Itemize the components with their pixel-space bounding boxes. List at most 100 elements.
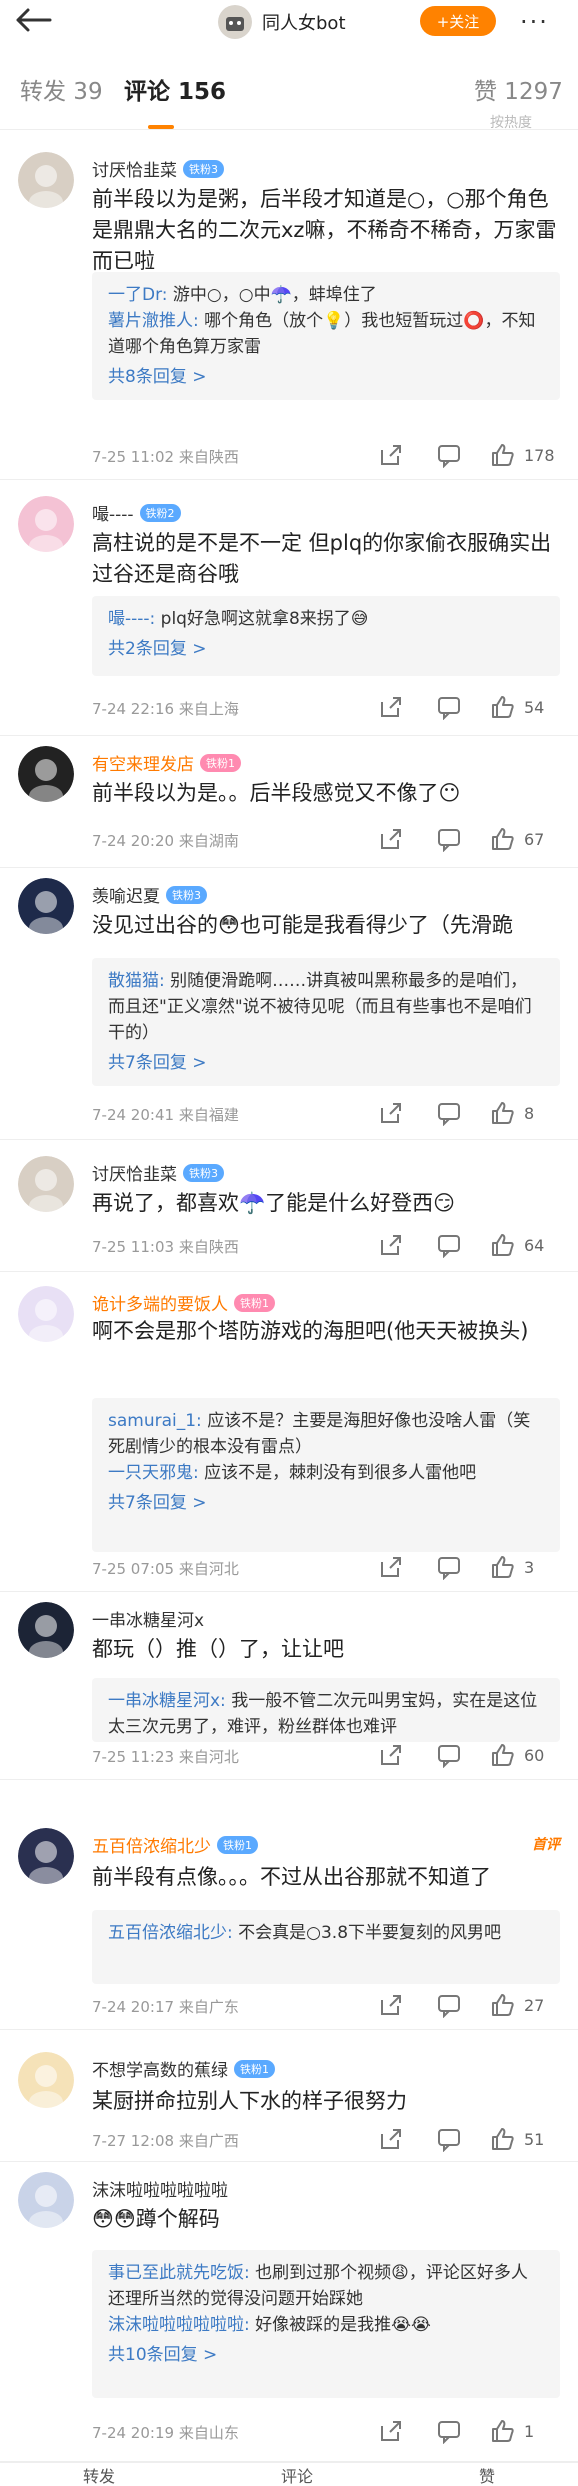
comment-item[interactable]: 不想学高数的蕉绿 铁粉1 某厨拼命拉别人下水的样子很努力 7-27 12:08 来自广… bbox=[0, 2030, 578, 2162]
reply-icon[interactable] bbox=[436, 1554, 464, 1582]
user-avatar[interactable] bbox=[18, 1156, 74, 1212]
like-icon[interactable] bbox=[490, 2126, 518, 2154]
share-icon[interactable] bbox=[378, 442, 406, 470]
share-icon[interactable] bbox=[378, 2418, 406, 2446]
reply-preview-box[interactable]: 嘬----: plq好急啊这就拿8来拐了😅 共2条回复 > bbox=[92, 596, 560, 676]
reply-author[interactable]: 沫沫啦啦啦啦啦啦: bbox=[108, 2315, 250, 2335]
reply-line: 事已至此就先吃饭: 也刷到过那个视频😩，评论区好多人还理所当然的觉得没问题开始踩… bbox=[108, 2260, 544, 2312]
tab-likes[interactable]: 赞 1297 bbox=[474, 72, 563, 106]
tab-reposts[interactable]: 转发 39 bbox=[20, 72, 103, 106]
comment-username[interactable]: 嘬---- 铁粉2 bbox=[92, 500, 181, 525]
repost-button[interactable]: 转发 bbox=[83, 2463, 115, 2486]
comment-username[interactable]: 一串冰糖星河x bbox=[92, 1606, 204, 1631]
like-count: 8 bbox=[524, 1104, 535, 1123]
comment-item[interactable]: 有空来理发店 铁粉1 前半段以为是。。后半段感觉又不像了😶 7-24 20:20 来自… bbox=[0, 736, 578, 868]
user-avatar[interactable] bbox=[18, 1286, 74, 1342]
reply-author[interactable]: 薯片澈推人: bbox=[108, 311, 199, 331]
share-icon[interactable] bbox=[378, 1742, 406, 1770]
view-more-replies-link[interactable]: 共8条回复 > bbox=[108, 364, 544, 390]
reply-icon[interactable] bbox=[436, 694, 464, 722]
like-icon[interactable] bbox=[490, 1992, 518, 2020]
view-more-replies-link[interactable]: 共2条回复 > bbox=[108, 636, 544, 662]
reply-preview-box[interactable]: 事已至此就先吃饭: 也刷到过那个视频😩，评论区好多人还理所当然的觉得没问题开始踩… bbox=[92, 2250, 560, 2398]
fan-badge: 铁粉1 bbox=[234, 1293, 275, 1312]
reply-author[interactable]: 一了Dr: bbox=[108, 285, 168, 305]
share-icon[interactable] bbox=[378, 1992, 406, 2020]
reply-author[interactable]: 事已至此就先吃饭: bbox=[108, 2263, 250, 2283]
reply-icon[interactable] bbox=[436, 1992, 464, 2020]
user-avatar[interactable] bbox=[18, 496, 74, 552]
reply-icon[interactable] bbox=[436, 2418, 464, 2446]
user-avatar[interactable] bbox=[18, 1828, 74, 1884]
like-icon[interactable] bbox=[490, 1100, 518, 1128]
sort-label-faded[interactable]: 按热度 bbox=[490, 112, 532, 132]
view-more-replies-link[interactable]: 共7条回复 > bbox=[108, 1490, 544, 1516]
follow-button[interactable]: +关注 bbox=[420, 6, 496, 36]
comment-button[interactable]: 评论 bbox=[281, 2463, 313, 2486]
tab-comments[interactable]: 评论 156 bbox=[124, 72, 226, 106]
comment-item[interactable]: 诡计多端的要饭人 铁粉1 啊不会是那个塔防游戏的海胆吧(他天天被换头) samurai… bbox=[0, 1272, 578, 1592]
username-text: 嘬---- bbox=[92, 505, 134, 525]
reply-author[interactable]: samurai_1: bbox=[108, 1411, 202, 1431]
like-icon[interactable] bbox=[490, 1554, 518, 1582]
like-icon[interactable] bbox=[490, 694, 518, 722]
user-avatar[interactable] bbox=[18, 1602, 74, 1658]
comment-username[interactable]: 有空来理发店 铁粉1 bbox=[92, 750, 241, 775]
comment-item[interactable]: 沫沫啦啦啦啦啦啦 😳😳蹲个解码事已至此就先吃饭: 也刷到过那个视频😩，评论区好多人… bbox=[0, 2162, 578, 2462]
comment-item[interactable]: 讨厌恰韭菜 铁粉3 再说了，都喜欢☂️了能是什么好登西😏 7-25 11:03 来自陕… bbox=[0, 1140, 578, 1272]
comment-username[interactable]: 讨厌恰韭菜 铁粉3 bbox=[92, 1160, 224, 1185]
share-icon[interactable] bbox=[378, 1100, 406, 1128]
like-icon[interactable] bbox=[490, 1232, 518, 1260]
comment-location: 来自山东 bbox=[178, 2424, 239, 2442]
reply-preview-box[interactable]: samurai_1: 应该不是？主要是海胆好像也没啥人雷（笑死剧情少的根本没有雷… bbox=[92, 1398, 560, 1552]
reply-author[interactable]: 一串冰糖星河x: bbox=[108, 1691, 226, 1711]
reply-author[interactable]: 嘬----: bbox=[108, 609, 155, 629]
reply-icon[interactable] bbox=[436, 1100, 464, 1128]
comment-text: 😳😳蹲个解码 bbox=[92, 2207, 220, 2231]
comment-item[interactable]: 羡喻迟夏 铁粉3 没见过出谷的😳也可能是我看得少了（先滑跪 散猫猫: 别随便滑跪啊……… bbox=[0, 868, 578, 1140]
comment-item[interactable]: 讨厌恰韭菜 铁粉3 前半段以为是粥，后半段才知道是○，○那个角色是鼎鼎大名的二次元x… bbox=[0, 140, 578, 480]
account-avatar[interactable] bbox=[218, 5, 252, 39]
comment-username[interactable]: 讨厌恰韭菜 铁粉3 bbox=[92, 156, 224, 181]
user-avatar[interactable] bbox=[18, 746, 74, 802]
comment-username[interactable]: 不想学高数的蕉绿 铁粉1 bbox=[92, 2056, 275, 2081]
like-button[interactable]: 赞 bbox=[479, 2463, 495, 2486]
user-avatar[interactable] bbox=[18, 878, 74, 934]
comment-item[interactable]: 嘬---- 铁粉2 高柱说的是不是不一定 但plq的你家偷衣服确实出过谷还是商谷哦嘬… bbox=[0, 480, 578, 736]
reply-preview-box[interactable]: 散猫猫: 别随便滑跪啊……讲真被叫黑称最多的是咱们，而且还"正义凛然"说不被待见… bbox=[92, 958, 560, 1086]
reply-author[interactable]: 五百倍浓缩北少: bbox=[108, 1923, 233, 1943]
more-options-button[interactable]: ··· bbox=[520, 8, 549, 36]
reply-preview-box[interactable]: 一串冰糖星河x: 我一般不管二次元叫男宝妈，实在是这位太三次元男了，难评，粉丝群… bbox=[92, 1678, 560, 1742]
view-more-replies-link[interactable]: 共10条回复 > bbox=[108, 2342, 544, 2368]
user-avatar[interactable] bbox=[18, 152, 74, 208]
reply-preview-box[interactable]: 五百倍浓缩北少: 不会真是○3.8下半要复刻的风男吧 bbox=[92, 1910, 560, 1984]
reply-icon[interactable] bbox=[436, 2126, 464, 2154]
reply-icon[interactable] bbox=[436, 826, 464, 854]
reply-icon[interactable] bbox=[436, 1742, 464, 1770]
account-header[interactable]: 同人女bot bbox=[218, 4, 346, 40]
share-icon[interactable] bbox=[378, 2126, 406, 2154]
comment-username[interactable]: 羡喻迟夏 铁粉3 bbox=[92, 882, 207, 907]
comment-username[interactable]: 五百倍浓缩北少 铁粉1 bbox=[92, 1832, 258, 1857]
like-icon[interactable] bbox=[490, 442, 518, 470]
share-icon[interactable] bbox=[378, 826, 406, 854]
share-icon[interactable] bbox=[378, 694, 406, 722]
back-button[interactable] bbox=[14, 6, 54, 36]
like-icon[interactable] bbox=[490, 826, 518, 854]
view-more-replies-link[interactable]: 共7条回复 > bbox=[108, 1050, 544, 1076]
share-icon[interactable] bbox=[378, 1554, 406, 1582]
comment-item[interactable]: 五百倍浓缩北少 铁粉1 首评 前半段有点像。。。不过从出谷那就不知道了 五百倍浓缩北少:… bbox=[0, 1780, 578, 2030]
comment-username[interactable]: 诡计多端的要饭人 铁粉1 bbox=[92, 1290, 275, 1315]
like-icon[interactable] bbox=[490, 1742, 518, 1770]
comment-username[interactable]: 沫沫啦啦啦啦啦啦 bbox=[92, 2176, 228, 2201]
reply-author[interactable]: 散猫猫: bbox=[108, 971, 165, 991]
comment-item[interactable]: 一串冰糖星河x 都玩（）推（）了，让让吧 一串冰糖星河x: 我一般不管二次元叫男宝妈… bbox=[0, 1592, 578, 1780]
reply-preview-box[interactable]: 一了Dr: 游中○，○中☂️，蚌埠住了 薯片澈推人: 哪个角色（放个💡）我也短暂玩… bbox=[92, 272, 560, 400]
like-icon[interactable] bbox=[490, 2418, 518, 2446]
user-avatar[interactable] bbox=[18, 2052, 74, 2108]
reply-icon[interactable] bbox=[436, 1232, 464, 1260]
user-avatar[interactable] bbox=[18, 2172, 74, 2228]
reply-icon[interactable] bbox=[436, 442, 464, 470]
share-icon[interactable] bbox=[378, 1232, 406, 1260]
reply-author[interactable]: 一只天邪鬼: bbox=[108, 1463, 199, 1483]
